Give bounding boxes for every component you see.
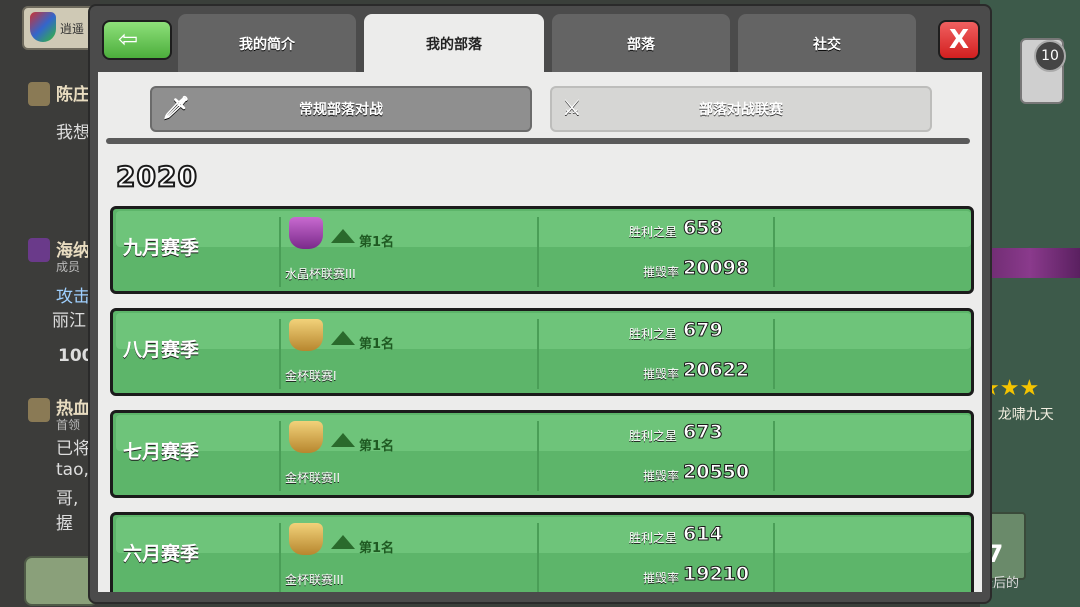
close-button[interactable]: X — [938, 20, 980, 60]
row-separator — [537, 319, 539, 389]
chat-text: 我想 — [56, 123, 90, 143]
row-highlight — [116, 517, 971, 553]
season-row[interactable]: 八月赛季 第1名 金杯联赛I 胜利之星 679 摧毁率 20622 — [110, 308, 974, 396]
season-row[interactable]: 九月赛季 第1名 水晶杯联赛III 胜利之星 658 摧毁率 20098 — [110, 206, 974, 294]
league-name: 金杯联赛I — [285, 369, 337, 383]
league-name: 水晶杯联赛III — [285, 267, 356, 281]
rank-icon — [28, 398, 50, 422]
season-row[interactable]: 六月赛季 第1名 金杯联赛III 胜利之星 614 摧毁率 19210 — [110, 512, 974, 592]
row-separator — [537, 523, 539, 592]
gold-trophy-icon — [289, 421, 323, 453]
gold-trophy-icon — [289, 319, 323, 351]
stars-label: 胜利之星 — [629, 327, 678, 341]
back-button[interactable]: ⇦ — [102, 20, 172, 60]
destruction-value: 20098 — [682, 257, 750, 280]
sword-icon: 🗡 — [162, 96, 190, 121]
year-heading: 2020 — [115, 159, 198, 194]
stars-value: 679 — [683, 319, 724, 342]
divider — [106, 138, 970, 144]
row-separator — [537, 217, 539, 287]
crystal-wall — [980, 248, 1080, 278]
row-separator — [773, 319, 775, 389]
destruction-label: 摧毁率 — [643, 265, 680, 279]
row-separator — [279, 217, 281, 287]
tab-bar: ⇦ 我的简介 我的部落 部落 社交 X — [90, 6, 990, 76]
row-separator — [773, 523, 775, 592]
segment-label: 部落对战联赛 — [699, 102, 783, 118]
destruction-label: 摧毁率 — [643, 469, 680, 483]
rank-up-icon — [331, 433, 355, 447]
chat-name: 陈庄 — [56, 85, 90, 105]
league-name: 金杯联赛II — [285, 471, 341, 485]
row-separator — [773, 217, 775, 287]
chat-role: 成员 — [56, 260, 81, 274]
row-separator — [537, 421, 539, 491]
destruction-label: 摧毁率 — [643, 571, 680, 585]
destruction-value: 19210 — [682, 563, 750, 586]
chat-text: 丽江 — [52, 311, 86, 331]
chat-text: 已将 — [56, 439, 90, 459]
row-separator — [279, 319, 281, 389]
rank-label: 第1名 — [359, 439, 395, 454]
clan-badge-icon — [30, 12, 56, 42]
crystal-trophy-icon — [289, 217, 323, 249]
war-league-button[interactable]: ⚔ 部落对战联赛 — [550, 86, 932, 132]
row-separator — [279, 523, 281, 592]
season-name: 八月赛季 — [123, 339, 200, 361]
stars-label: 胜利之星 — [629, 531, 678, 545]
rank-label: 第1名 — [359, 337, 395, 352]
rank-icon — [28, 82, 50, 106]
back-arrow-icon: ⇦ — [118, 25, 139, 53]
destruction-value: 20622 — [682, 359, 750, 382]
league-name: 金杯联赛III — [285, 573, 344, 587]
segment-label: 常规部落对战 — [299, 102, 383, 118]
content-area: 🗡 常规部落对战 ⚔ 部落对战联赛 2020 九月赛季 第1名 水晶杯联赛III… — [98, 72, 982, 592]
tab-social[interactable]: 社交 — [738, 14, 916, 76]
tab-my-clan[interactable]: 我的部落 — [364, 14, 544, 76]
rank-label: 第1名 — [359, 541, 395, 556]
row-highlight — [116, 415, 971, 451]
stars-value: 614 — [683, 523, 724, 546]
rank-up-icon — [331, 535, 355, 549]
rank-up-icon — [331, 229, 355, 243]
season-name: 九月赛季 — [123, 237, 200, 259]
destruction-value: 20550 — [682, 461, 750, 484]
background-left: 逍遥 陈庄 我想 海纳 成员 攻击 丽江 100 热血 首领 已将 tao, 哥… — [0, 0, 100, 607]
stars-value: 673 — [683, 421, 724, 444]
row-separator — [279, 421, 281, 491]
gold-trophy-icon — [289, 523, 323, 555]
background-right: 10 ★★★ 2. 龙啸九天 7 最后的 — [980, 0, 1080, 607]
destruction-label: 摧毁率 — [643, 367, 680, 381]
level-badge: 10 — [1034, 40, 1066, 72]
tab-profile[interactable]: 我的简介 — [178, 14, 356, 76]
stars-label: 胜利之星 — [629, 429, 678, 443]
row-highlight — [116, 313, 971, 349]
clan-war-league-panel: ⇦ 我的简介 我的部落 部落 社交 X 🗡 常规部落对战 ⚔ 部落对战联赛 20… — [88, 4, 992, 604]
rank-up-icon — [331, 331, 355, 345]
chat-role: 首领 — [56, 418, 81, 432]
season-name: 七月赛季 — [123, 441, 200, 463]
regular-war-button[interactable]: 🗡 常规部落对战 — [150, 86, 532, 132]
season-row[interactable]: 七月赛季 第1名 金杯联赛II 胜利之星 673 摧毁率 20550 — [110, 410, 974, 498]
tab-clans[interactable]: 部落 — [552, 14, 730, 76]
row-separator — [773, 421, 775, 491]
season-name: 六月赛季 — [123, 543, 200, 565]
rank-label: 第1名 — [359, 235, 395, 250]
stars-value: 658 — [683, 217, 724, 240]
chat-text: tao, — [56, 460, 89, 480]
chat-text: 攻击 — [56, 287, 90, 307]
bottom-button[interactable] — [24, 556, 98, 606]
crossed-swords-icon: ⚔ — [562, 96, 582, 121]
stars-label: 胜利之星 — [629, 225, 678, 239]
row-highlight — [116, 211, 971, 247]
clan-chip[interactable]: 逍遥 — [22, 6, 96, 50]
rank-icon — [28, 238, 50, 262]
